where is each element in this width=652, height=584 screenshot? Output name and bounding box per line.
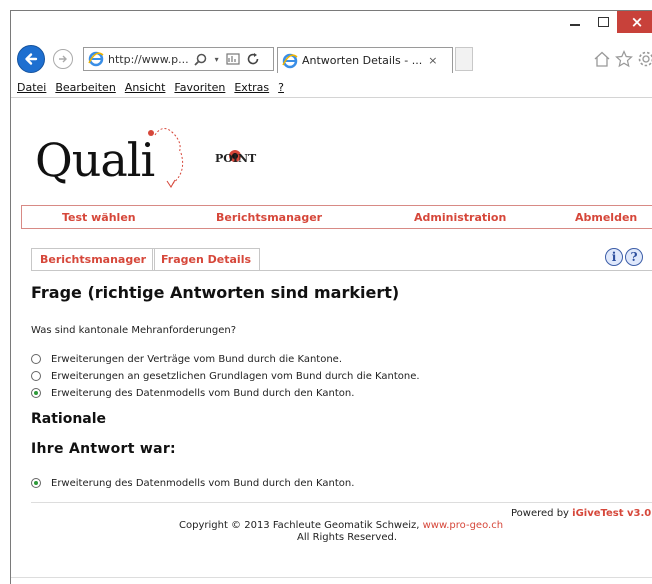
answer-option: Erweiterungen an gesetzlichen Grundlagen… [31,369,420,383]
refresh-icon[interactable] [245,51,261,67]
sub-tabs: Berichtsmanager Fragen Details [31,248,652,270]
powered-by-brand[interactable]: iGiveTest v3.0.7 [572,508,652,519]
radio-icon [31,354,41,364]
page-title: Frage (richtige Antworten sind markiert) [31,283,400,302]
qualipoint-logo: Quali POINT [35,113,295,193]
tab-berichtsmanager[interactable]: Berichtsmanager [31,248,156,270]
answer-option-label: Erweiterung des Datenmodells vom Bund du… [51,387,355,399]
radio-icon [31,371,41,381]
footer-divider [31,502,652,503]
copyright-text: Copyright © 2013 Fachleute Geomatik Schw… [179,520,423,531]
title-bar: × [11,11,652,41]
your-answer-heading: Ihre Antwort war: [31,441,176,457]
menu-ansicht[interactable]: Ansicht [125,81,166,94]
compatibility-view-icon[interactable] [225,51,241,67]
answer-option-label: Erweiterungen der Verträge vom Bund durc… [51,353,342,365]
settings-gear-icon[interactable] [637,50,652,68]
minimize-icon [570,24,580,26]
back-button[interactable] [17,45,45,73]
home-icon[interactable] [593,50,611,68]
favorites-star-icon[interactable] [615,50,633,68]
nav-berichtsmanager[interactable]: Berichtsmanager [216,211,322,224]
browser-window: × http://www.p... ▾ Antworten Details - … [10,10,652,584]
close-icon: × [630,13,644,31]
browser-tab[interactable]: Antworten Details - ... × [277,47,453,73]
logo-point-text: POINT [215,152,257,165]
powered-by-prefix: Powered by [511,508,573,519]
main-navigation: Test wählen Berichtsmanager Administrati… [21,205,652,229]
powered-by: Powered by iGiveTest v3.0.7 [511,508,652,519]
copyright: Copyright © 2013 Fachleute Geomatik Schw… [179,520,503,531]
page-content: Quali POINT Test wählen Berichtsmanager … [11,99,652,584]
logo-quali-text: Quali [35,133,155,187]
rights-reserved: All Rights Reserved. [297,532,398,543]
new-tab-button[interactable] [455,47,473,71]
address-bar[interactable]: http://www.p... ▾ [83,47,274,71]
menu-favoriten[interactable]: Favoriten [174,81,225,94]
tab-divider [31,270,652,271]
nav-administration[interactable]: Administration [414,211,506,224]
menu-datei[interactable]: Datei [17,81,46,94]
forward-button[interactable] [53,49,73,69]
radio-selected-icon [31,388,41,398]
tab-fragen-details[interactable]: Fragen Details [152,248,261,270]
rationale-heading: Rationale [31,411,107,427]
tab-title: Antworten Details - ... [302,54,423,67]
maximize-icon [597,17,609,27]
answer-option: Erweiterung des Datenmodells vom Bund du… [31,386,354,400]
logo-swoosh-icon [148,128,184,188]
forward-arrow-icon [59,55,67,63]
menu-bar: Datei Bearbeiten Ansicht Favoriten Extra… [11,78,652,98]
nav-abmelden[interactable]: Abmelden [575,211,637,224]
navigation-row: http://www.p... ▾ Antworten Details - ..… [11,42,652,76]
answer-option-label: Erweiterungen an gesetzlichen Grundlagen… [51,370,420,382]
search-icon[interactable] [193,51,209,67]
ie-logo-icon [282,53,298,69]
address-url[interactable]: http://www.p... [108,53,189,66]
status-bar [11,577,652,584]
info-icon[interactable]: i [605,248,623,266]
answer-option: Erweiterungen der Verträge vom Bund durc… [31,352,342,366]
your-answer: Erweiterung des Datenmodells vom Bund du… [31,476,354,490]
help-icon[interactable]: ? [625,248,643,266]
question-text: Was sind kantonale Mehranforderungen? [31,325,237,336]
radio-selected-icon [31,478,41,488]
ie-logo-icon [88,51,104,67]
tab-close-icon[interactable]: × [428,54,437,67]
nav-test-waehlen[interactable]: Test wählen [62,211,136,224]
menu-extras[interactable]: Extras [234,81,269,94]
your-answer-label: Erweiterung des Datenmodells vom Bund du… [51,477,355,489]
close-button[interactable]: × [617,11,652,33]
dropdown-icon[interactable]: ▾ [213,51,221,67]
minimize-button[interactable] [561,11,589,33]
menu-help[interactable]: ? [278,81,284,94]
back-arrow-icon [25,53,38,65]
copyright-link[interactable]: www.pro-geo.ch [423,520,503,531]
menu-bearbeiten[interactable]: Bearbeiten [55,81,115,94]
maximize-button[interactable] [589,11,617,33]
